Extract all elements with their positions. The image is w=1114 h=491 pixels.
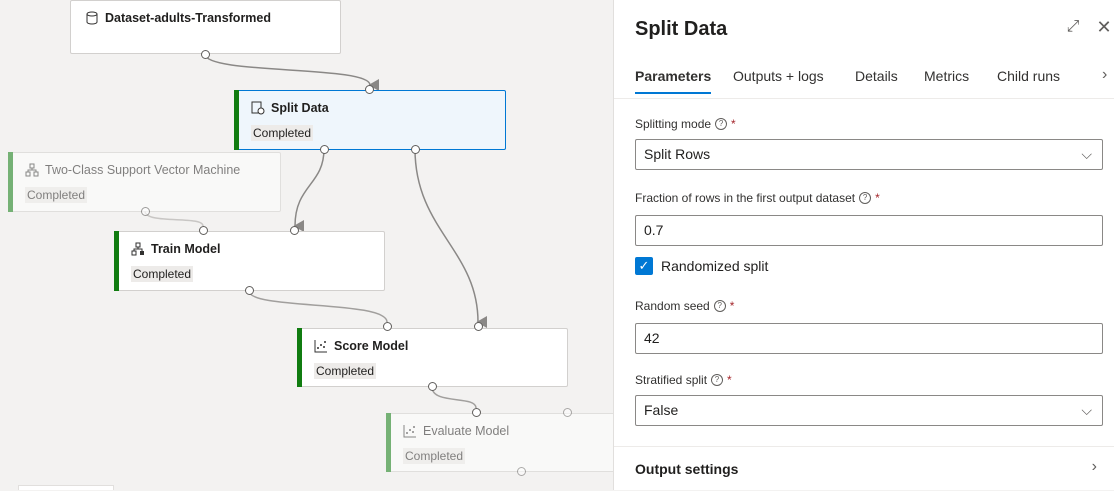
chevron-down-icon: ⌵: [1081, 402, 1092, 418]
tab-child-runs[interactable]: Child runs: [997, 68, 1060, 84]
random-seed-input[interactable]: 42: [635, 323, 1103, 354]
node-title: Train Model: [151, 242, 221, 256]
output-port[interactable]: [141, 207, 150, 216]
output-settings-section[interactable]: Output settings ›: [614, 446, 1114, 491]
scatter-plot-icon: [403, 424, 417, 438]
help-icon[interactable]: ?: [711, 374, 724, 386]
pipeline-canvas[interactable]: Dataset-adults-Transformed Split Data Co…: [0, 0, 613, 490]
node-title: Score Model: [334, 339, 409, 353]
status-badge: Completed: [403, 448, 466, 464]
close-icon[interactable]: ✕: [1095, 18, 1113, 36]
node-title: Dataset-adults-Transformed: [105, 11, 272, 25]
status-badge: Completed: [25, 187, 88, 203]
input-port[interactable]: [290, 226, 299, 235]
input-port[interactable]: [563, 408, 572, 417]
output-port[interactable]: [517, 467, 526, 476]
node-two-class-svm[interactable]: Two-Class Support Vector Machine Complet…: [8, 152, 281, 212]
tab-details[interactable]: Details: [855, 68, 898, 84]
input-port[interactable]: [472, 408, 481, 417]
output-port[interactable]: [201, 50, 210, 59]
dataset-icon: [85, 11, 99, 25]
node-title: Split Data: [271, 101, 329, 115]
tab-parameters[interactable]: Parameters: [635, 68, 712, 94]
output-port[interactable]: [411, 145, 420, 154]
stratified-split-dropdown[interactable]: False ⌵: [635, 395, 1103, 426]
section-title: Output settings: [635, 461, 739, 477]
input-port[interactable]: [365, 85, 374, 94]
input-port[interactable]: [199, 226, 208, 235]
node-title: Evaluate Model: [423, 424, 510, 438]
node-evaluate-model[interactable]: Evaluate Model Completed: [386, 413, 613, 472]
chevron-right-icon: ›: [1091, 458, 1097, 475]
fraction-label: Fraction of rows in the first output dat…: [635, 191, 880, 205]
stratified-split-label: Stratified split ? *: [635, 373, 732, 387]
help-icon[interactable]: ?: [713, 300, 726, 312]
fraction-input[interactable]: 0.7: [635, 215, 1103, 246]
random-seed-label: Random seed ? *: [635, 299, 735, 313]
properties-panel: Split Data ⤢ ✕ Parameters Outputs + logs…: [613, 0, 1114, 490]
split-data-icon: [251, 101, 265, 115]
tab-bar: Parameters Outputs + logs Details Metric…: [614, 64, 1114, 99]
splitting-mode-label: Splitting mode ? *: [635, 117, 736, 131]
output-port[interactable]: [320, 145, 329, 154]
tab-metrics[interactable]: Metrics: [924, 68, 969, 84]
model-icon: [25, 163, 39, 177]
tab-outputs-logs[interactable]: Outputs + logs: [733, 68, 824, 84]
randomized-split-checkbox[interactable]: ✓ Randomized split: [635, 257, 768, 275]
node-split-data[interactable]: Split Data Completed: [234, 90, 506, 150]
input-port[interactable]: [383, 322, 392, 331]
scatter-plot-icon: [314, 339, 328, 353]
node-train-model[interactable]: Train Model Completed: [114, 231, 385, 291]
canvas-mini-toolbar[interactable]: [18, 485, 114, 490]
output-port[interactable]: [245, 286, 254, 295]
panel-title: Split Data: [635, 18, 728, 40]
status-badge: Completed: [251, 125, 314, 141]
input-port[interactable]: [474, 322, 483, 331]
output-port[interactable]: [428, 382, 437, 391]
checkmark-icon: ✓: [635, 257, 653, 275]
help-icon[interactable]: ?: [715, 118, 728, 130]
status-badge: Completed: [131, 266, 194, 282]
node-dataset[interactable]: Dataset-adults-Transformed: [70, 0, 341, 54]
train-icon: [131, 242, 145, 256]
chevron-right-icon[interactable]: ›: [1102, 66, 1107, 84]
node-score-model[interactable]: Score Model Completed: [297, 328, 568, 387]
node-title: Two-Class Support Vector Machine: [45, 163, 241, 177]
splitting-mode-dropdown[interactable]: Split Rows ⌵: [635, 139, 1103, 170]
help-icon[interactable]: ?: [859, 192, 872, 204]
chevron-down-icon: ⌵: [1081, 146, 1092, 162]
status-badge: Completed: [314, 363, 377, 379]
expand-icon[interactable]: ⤢: [1064, 18, 1082, 36]
